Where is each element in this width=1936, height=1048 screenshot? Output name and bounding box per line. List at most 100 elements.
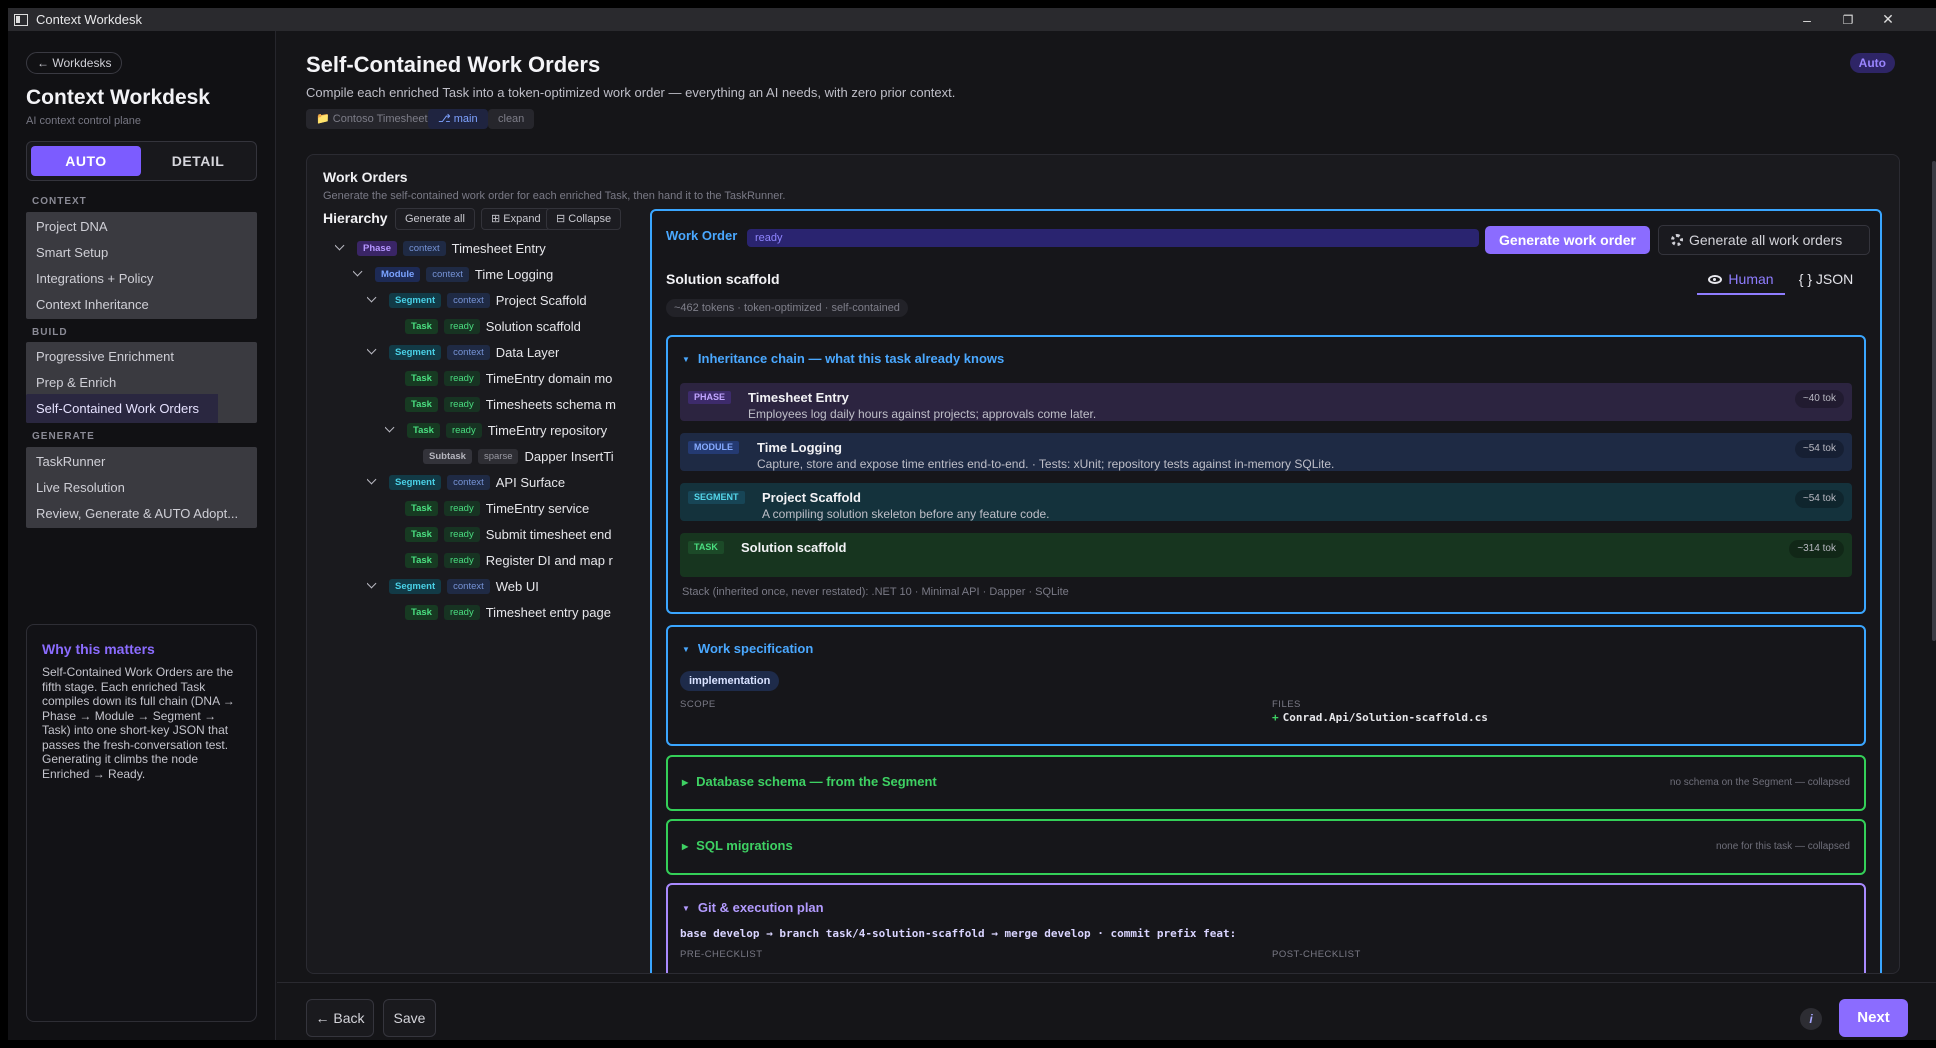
nav-item-context-inheritance[interactable]: Context Inheritance: [26, 290, 257, 319]
tree-node-segment[interactable]: Segment context Data Layer: [367, 339, 559, 365]
expand-button[interactable]: ⊞ Expand: [481, 208, 551, 230]
inheritance-title[interactable]: ▼ Inheritance chain — what this task alre…: [682, 351, 1004, 366]
tree-node-segment[interactable]: Segment context Project Scaffold: [367, 287, 587, 313]
tree-node-subtask[interactable]: Subtask sparse Dapper InsertTi: [423, 443, 641, 469]
nav-item-prep-enrich[interactable]: Prep & Enrich: [26, 368, 257, 397]
tree-node-label: Timesheets schema m: [485, 396, 616, 412]
status-tag: context: [447, 344, 490, 360]
app-icon: [14, 13, 28, 26]
tree-node-segment[interactable]: Segment context Web UI: [367, 573, 539, 599]
nav-item-live-resolution[interactable]: Live Resolution: [26, 473, 257, 502]
collapse-triangle-icon: ▼: [682, 645, 690, 654]
close-icon[interactable]: ✕: [1868, 8, 1908, 31]
tree-node-segment[interactable]: Segment context API Surface: [367, 469, 565, 495]
tree-node-task[interactable]: Task ready TimeEntry domain mo: [405, 365, 641, 391]
db-schema-note: no schema on the Segment — collapsed: [1669, 777, 1850, 788]
chevron-down-icon[interactable]: [367, 295, 377, 305]
chevron-down-icon[interactable]: [367, 581, 377, 591]
chain-tokens: ~40 tok: [1794, 390, 1844, 408]
generate-all-work-orders-button[interactable]: Generate all work orders: [1658, 225, 1870, 255]
git-plan-title[interactable]: ▼ Git & execution plan: [682, 900, 824, 915]
nav-item-work-orders[interactable]: Self-Contained Work Orders: [26, 394, 257, 423]
restore-icon[interactable]: ❐: [1828, 8, 1868, 31]
chain-name: Timesheet Entry: [748, 390, 849, 405]
token-count-chip: ~462 tokens · token-optimized · self-con…: [666, 299, 908, 317]
stack-note: Stack (inherited once, never restated): …: [682, 586, 1069, 598]
mode-detail-button[interactable]: DETAIL: [143, 146, 253, 176]
post-checklist-label: POST-CHECKLIST: [1272, 949, 1361, 960]
footer-bar: ← Back Save i Next: [277, 982, 1936, 1040]
tree-node-task[interactable]: Task ready Timesheet entry page: [405, 599, 641, 625]
tab-json[interactable]: { } JSON: [1788, 265, 1864, 295]
work-spec-section: ▼ Work specification implementation SCOPE…: [666, 625, 1866, 746]
back-button[interactable]: ← Back: [306, 999, 374, 1037]
nav-item-review-generate[interactable]: Review, Generate & AUTO Adopt...: [26, 499, 257, 528]
tree-node-task[interactable]: Task ready TimeEntry service: [405, 495, 641, 521]
status-tag: context: [426, 266, 469, 282]
generate-work-order-button[interactable]: Generate work order: [1485, 226, 1650, 254]
tree-node-label: Register DI and map r: [485, 552, 613, 568]
sql-migrations-title[interactable]: ▶ SQL migrations: [682, 838, 793, 853]
chain-row-segment: SEGMENT Project Scaffold A compiling sol…: [680, 483, 1852, 521]
chain-tokens: ~54 tok: [1794, 490, 1844, 508]
db-schema-title-text: Database schema — from the Segment: [696, 774, 937, 789]
minimize-icon[interactable]: –: [1787, 8, 1827, 31]
nav-item-integrations-policy[interactable]: Integrations + Policy: [26, 264, 257, 293]
chevron-down-icon[interactable]: [367, 477, 377, 487]
branch-chip[interactable]: ⎇ main: [428, 109, 488, 129]
status-tag: ready: [443, 370, 480, 386]
chain-tag: SEGMENT: [688, 491, 745, 504]
status-tag: ready: [443, 500, 480, 516]
nav-item-project-dna[interactable]: Project DNA: [26, 212, 257, 241]
status-tag: sparse: [477, 448, 519, 464]
db-schema-title[interactable]: ▶ Database schema — from the Segment: [682, 774, 937, 789]
tree-node-phase[interactable]: Phase context Timesheet Entry: [335, 235, 546, 261]
tree-node-task[interactable]: Task ready Register DI and map r: [405, 547, 641, 573]
nav-item-progressive-enrichment[interactable]: Progressive Enrichment: [26, 342, 257, 371]
type-tag: Segment: [389, 344, 442, 360]
main-content: Self-Contained Work Orders Compile each …: [277, 31, 1936, 1040]
save-button[interactable]: Save: [383, 999, 436, 1037]
sql-migrations-title-text: SQL migrations: [696, 838, 793, 853]
project-chip[interactable]: 📁 Contoso Timesheet: [306, 109, 438, 129]
panel-title: Work Orders: [323, 169, 408, 185]
chevron-down-icon[interactable]: [385, 425, 395, 435]
why-body: Self-Contained Work Orders are the fifth…: [42, 665, 235, 781]
chain-row-phase: PHASE Timesheet Entry Employees log dail…: [680, 383, 1852, 421]
mode-auto-button[interactable]: AUTO: [31, 146, 141, 176]
workdesks-back-button[interactable]: ← Workdesks: [26, 52, 123, 74]
next-button[interactable]: Next: [1839, 999, 1908, 1037]
window-titlebar: Context Workdesk – ❐ ✕: [8, 8, 1936, 31]
chevron-down-icon[interactable]: [353, 269, 363, 279]
db-schema-section[interactable]: ▶ Database schema — from the Segment no s…: [666, 755, 1866, 811]
chevron-down-icon[interactable]: [335, 243, 345, 253]
status-tag: ready: [443, 396, 480, 412]
info-icon[interactable]: i: [1800, 1008, 1822, 1030]
nav-item-smart-setup[interactable]: Smart Setup: [26, 238, 257, 267]
tree-node-module[interactable]: Module context Time Logging: [353, 261, 553, 287]
tab-human[interactable]: Human: [1697, 265, 1785, 295]
work-spec-title-text: Work specification: [697, 641, 814, 656]
tree-node-task[interactable]: Task ready TimeEntry repository: [385, 417, 641, 443]
work-order-pane: Work Order ready Generate work order Gen…: [650, 209, 1882, 973]
git-plan-title-text: Git & execution plan: [697, 900, 824, 915]
tree-node-task[interactable]: Task ready Timesheets schema m: [405, 391, 641, 417]
tree-node-task[interactable]: Task ready Submit timesheet end: [405, 521, 641, 547]
file-path-text: Conrad.Api/Solution-scaffold.cs: [1282, 711, 1488, 724]
tree-node-label: TimeEntry domain mo: [485, 370, 613, 386]
tree-node-label: Solution scaffold: [485, 318, 581, 334]
work-spec-title[interactable]: ▼ Work specification: [682, 641, 813, 656]
why-title: Why this matters: [42, 641, 155, 657]
sidebar: ← Workdesks Context Workdesk AI context …: [8, 31, 276, 1040]
tree-node-label: Dapper InsertTi: [524, 448, 614, 464]
type-tag: Task: [407, 422, 440, 438]
tree-node-task-selected[interactable]: Task ready Solution scaffold: [405, 313, 581, 339]
scope-label: SCOPE: [680, 699, 716, 710]
collapse-button[interactable]: ⊟ Collapse: [546, 208, 622, 230]
sql-migrations-section[interactable]: ▶ SQL migrations none for this task — col…: [666, 819, 1866, 875]
generate-all-button[interactable]: Generate all: [395, 208, 475, 230]
chevron-down-icon[interactable]: [367, 347, 377, 357]
nav-item-taskrunner[interactable]: TaskRunner: [26, 447, 257, 476]
collapse-triangle-icon: ▼: [682, 904, 690, 913]
main-scrollbar[interactable]: [1932, 161, 1936, 641]
